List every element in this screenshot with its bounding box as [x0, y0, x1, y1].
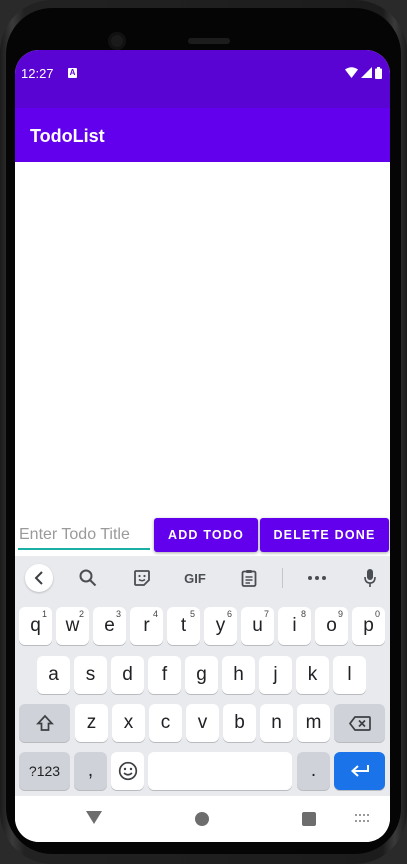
app-bar: TodoList [15, 108, 390, 162]
key-hint: 6 [226, 609, 232, 619]
key-a[interactable]: a [37, 656, 70, 694]
delete-done-button[interactable]: DELETE DONE [260, 518, 389, 552]
key-z[interactable]: z [75, 704, 108, 742]
key-k[interactable]: k [296, 656, 329, 694]
key-g[interactable]: g [185, 656, 218, 694]
navigation-bar [15, 796, 390, 842]
nav-recents-icon[interactable] [302, 812, 316, 826]
status-time: 12:27 [21, 66, 54, 81]
key-p[interactable]: p0 [352, 607, 385, 645]
microphone-icon[interactable] [356, 564, 384, 592]
emoji-icon [118, 761, 137, 781]
key-hint: 2 [78, 609, 84, 619]
todo-list [15, 162, 390, 518]
enter-key[interactable] [334, 752, 385, 790]
comma-key[interactable]: , [74, 752, 107, 790]
signal-icon [361, 67, 372, 78]
key-i[interactable]: i8 [278, 607, 311, 645]
space-key[interactable] [148, 752, 292, 790]
key-hint: 1 [41, 609, 47, 619]
key-hint: 0 [374, 609, 380, 619]
emoji-key[interactable] [111, 752, 144, 790]
key-q[interactable]: q1 [19, 607, 52, 645]
key-s[interactable]: s [74, 656, 107, 694]
key-hint: 8 [300, 609, 306, 619]
key-y[interactable]: y6 [204, 607, 237, 645]
screen: 12:27 A TodoList ADD TODO DELETE DONE [15, 50, 390, 842]
period-key[interactable]: . [297, 752, 330, 790]
todo-form: ADD TODO DELETE DONE [15, 518, 390, 554]
symbols-key[interactable]: ?123 [19, 752, 70, 790]
wifi-icon [345, 67, 358, 78]
key-n[interactable]: n [260, 704, 293, 742]
notification-icon: A [68, 68, 77, 78]
shift-icon [35, 714, 54, 731]
backspace-icon [348, 715, 371, 731]
key-e[interactable]: e3 [93, 607, 126, 645]
key-t[interactable]: t5 [167, 607, 200, 645]
chevron-left-icon[interactable] [25, 564, 53, 592]
key-d[interactable]: d [111, 656, 144, 694]
key-o[interactable]: o9 [315, 607, 348, 645]
key-m[interactable]: m [297, 704, 330, 742]
todo-title-input[interactable] [18, 522, 150, 550]
key-v[interactable]: v [186, 704, 219, 742]
search-icon[interactable] [74, 564, 102, 592]
key-u[interactable]: u7 [241, 607, 274, 645]
key-b[interactable]: b [223, 704, 256, 742]
clipboard-icon[interactable] [235, 564, 263, 592]
soft-keyboard: GIF q1w2e3r4t5y6u7i8o9p0 asdfghjkl zxcvbnm [15, 556, 390, 796]
phone-frame: 12:27 A TodoList ADD TODO DELETE DONE [0, 0, 407, 864]
key-l[interactable]: l [333, 656, 366, 694]
status-icons [345, 66, 382, 79]
backspace-key[interactable] [334, 704, 385, 742]
key-hint: 7 [263, 609, 269, 619]
status-bar: 12:27 A [15, 50, 390, 108]
key-c[interactable]: c [149, 704, 182, 742]
key-h[interactable]: h [222, 656, 255, 694]
earpiece-speaker [188, 38, 230, 44]
key-j[interactable]: j [259, 656, 292, 694]
front-camera [108, 32, 126, 50]
keyboard-toolbar: GIF [15, 556, 390, 600]
key-hint: 4 [152, 609, 158, 619]
add-todo-button[interactable]: ADD TODO [154, 518, 258, 552]
battery-icon [375, 66, 382, 79]
key-w[interactable]: w2 [56, 607, 89, 645]
more-icon[interactable] [303, 564, 331, 592]
app-title: TodoList [30, 126, 105, 146]
shift-key[interactable] [19, 704, 70, 742]
nav-back-icon[interactable] [86, 811, 102, 824]
gif-button[interactable]: GIF [181, 564, 209, 592]
key-r[interactable]: r4 [130, 607, 163, 645]
key-f[interactable]: f [148, 656, 181, 694]
sticker-icon[interactable] [128, 564, 156, 592]
toolbar-divider [282, 568, 283, 588]
key-hint: 3 [115, 609, 121, 619]
enter-icon [350, 765, 369, 777]
nav-home-icon[interactable] [195, 812, 209, 826]
key-hint: 5 [189, 609, 195, 619]
key-hint: 9 [337, 609, 343, 619]
key-x[interactable]: x [112, 704, 145, 742]
keyboard-switch-icon[interactable] [355, 814, 371, 824]
